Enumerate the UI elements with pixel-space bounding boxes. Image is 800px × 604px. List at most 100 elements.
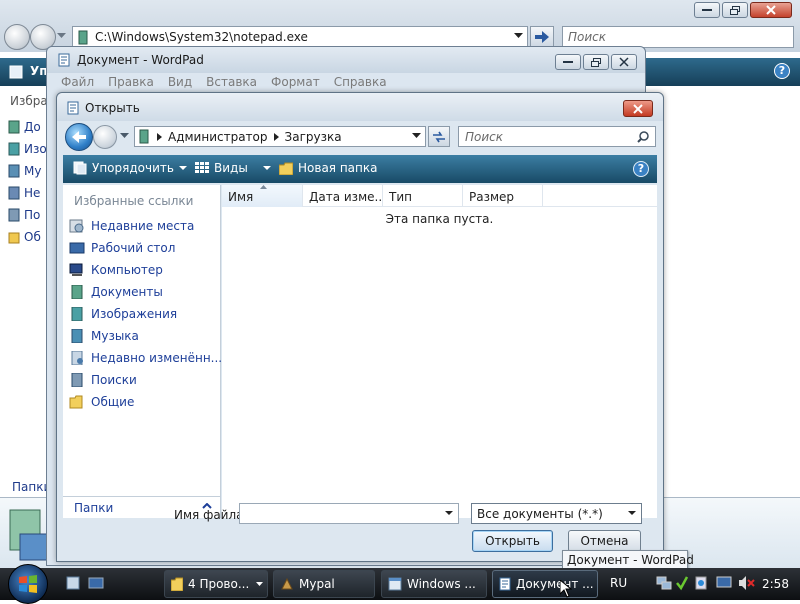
close-icon (766, 5, 776, 15)
favorite-recent-places[interactable]: Недавние места (69, 219, 194, 233)
filename-input[interactable] (239, 503, 459, 524)
close-button[interactable] (611, 54, 637, 70)
background-favorite-item[interactable]: Изо (8, 142, 47, 156)
network-icon[interactable] (656, 575, 672, 591)
taskbar-tooltip: Документ - WordPad (562, 550, 694, 570)
maximize-button[interactable] (722, 2, 748, 18)
background-back-button[interactable] (4, 24, 30, 50)
column-size[interactable]: Размер (463, 185, 543, 207)
background-favorite-item[interactable]: Му (8, 164, 41, 178)
dialog-close-button[interactable] (623, 100, 653, 117)
start-button[interactable] (8, 564, 48, 604)
breadcrumb-arrow-icon[interactable] (157, 132, 162, 141)
refresh-button[interactable] (428, 126, 450, 147)
minimize-icon (702, 9, 712, 11)
dialog-title-bar: Открыть (57, 93, 663, 121)
maximize-button[interactable] (583, 54, 609, 70)
background-search-input[interactable]: Поиск (562, 26, 794, 48)
wordpad-icon (67, 101, 79, 115)
forward-button[interactable] (93, 125, 117, 149)
show-desktop-icon[interactable] (66, 576, 80, 590)
chevron-down-icon (178, 165, 187, 170)
column-date[interactable]: Дата изме... (303, 185, 383, 207)
menu-format[interactable]: Формат (271, 75, 320, 93)
chevron-down-icon[interactable] (412, 133, 421, 139)
favorite-public[interactable]: Общие (69, 395, 134, 409)
background-favorite-item[interactable]: По (8, 208, 40, 222)
taskbar-explorer-group[interactable]: 4 Прово... (164, 570, 268, 598)
views-icon (195, 162, 209, 173)
update-icon[interactable] (694, 575, 708, 591)
display-icon[interactable] (716, 575, 732, 591)
language-indicator[interactable]: RU (610, 576, 627, 590)
close-button[interactable] (750, 2, 792, 18)
chevron-down-icon[interactable] (514, 33, 523, 39)
favorite-desktop[interactable]: Рабочий стол (69, 241, 175, 255)
dialog-address-bar[interactable]: Администратор Загрузка (134, 126, 426, 147)
security-check-icon[interactable] (676, 575, 688, 591)
minimize-button[interactable] (694, 2, 720, 18)
column-header-row: Имя Дата изме... Тип Размер (222, 185, 657, 207)
cancel-button[interactable]: Отмена (568, 530, 641, 552)
close-icon (619, 57, 629, 67)
searches-icon (8, 208, 20, 222)
dialog-search-input[interactable]: Поиск (458, 126, 656, 147)
public-folder-icon (69, 395, 83, 409)
background-favorites-heading: Избра (10, 94, 48, 108)
sort-ascending-icon (260, 185, 267, 189)
taskbar-mypal[interactable]: Mypal (273, 570, 375, 598)
open-button[interactable]: Открыть (472, 530, 553, 552)
recently-changed-icon (8, 186, 20, 200)
taskbar-wordpad[interactable]: Документ ... (492, 570, 598, 598)
background-favorite-item[interactable]: Не (8, 186, 40, 200)
searches-icon (71, 373, 83, 387)
close-icon (633, 103, 643, 114)
dialog-title: Открыть (85, 101, 140, 115)
clock[interactable]: 2:58 (762, 577, 789, 591)
wordpad-title: Документ - WordPad (77, 53, 204, 67)
breadcrumb-downloads[interactable]: Загрузка (285, 130, 342, 144)
search-icon[interactable] (637, 131, 649, 143)
background-address-bar[interactable]: C:\Windows\System32\notepad.exe (72, 26, 528, 48)
volume-muted-icon[interactable] (738, 575, 756, 591)
favorite-music[interactable]: Музыка (69, 329, 139, 343)
background-go-button[interactable] (530, 26, 554, 48)
file-type-select[interactable]: Все документы (*.*) (471, 503, 642, 524)
background-history-dropdown-icon[interactable] (57, 33, 66, 39)
wordpad-menu-bar: Файл Правка Вид Вставка Формат Справка (47, 75, 645, 93)
favorite-documents[interactable]: Документы (69, 285, 163, 299)
breadcrumb-arrow-icon[interactable] (273, 132, 279, 141)
favorite-pictures[interactable]: Изображения (69, 307, 177, 321)
open-file-dialog: Открыть Администратор Загрузка Поиск Упо… (56, 92, 664, 562)
history-dropdown-icon[interactable] (120, 133, 129, 139)
organize-label: Упорядочить (92, 161, 174, 175)
chevron-down-icon[interactable] (445, 511, 453, 516)
favorite-recently-changed[interactable]: Недавно изменённ... (69, 351, 222, 365)
switch-windows-icon[interactable] (88, 576, 104, 590)
organize-icon (73, 161, 87, 175)
back-button[interactable] (65, 123, 93, 151)
taskbar-windows-explorer[interactable]: Windows ... (381, 570, 487, 598)
minimize-button[interactable] (555, 54, 581, 70)
favorite-computer[interactable]: Компьютер (69, 263, 163, 277)
menu-file[interactable]: Файл (61, 75, 94, 93)
search-placeholder: Поиск (465, 130, 504, 144)
menu-insert[interactable]: Вставка (206, 75, 257, 93)
background-favorite-item[interactable]: До (8, 120, 41, 134)
restore-icon (591, 57, 601, 67)
column-name[interactable]: Имя (222, 185, 303, 207)
favorite-searches[interactable]: Поиски (69, 373, 137, 387)
breadcrumb-administrator[interactable]: Администратор (168, 130, 268, 144)
favorite-links-pane: Избранные ссылки Недавние места Рабочий … (63, 185, 222, 496)
menu-view[interactable]: Вид (168, 75, 192, 93)
column-type[interactable]: Тип (383, 185, 463, 207)
menu-edit[interactable]: Правка (108, 75, 154, 93)
background-favorite-item[interactable]: Об (8, 230, 41, 244)
menu-help[interactable]: Справка (334, 75, 387, 93)
views-button[interactable]: Виды (195, 161, 271, 175)
chevron-down-icon (256, 582, 263, 586)
organize-button[interactable]: Упорядочить (73, 161, 187, 175)
new-folder-button[interactable]: Новая папка (279, 161, 377, 175)
background-help-icon[interactable]: ? (774, 63, 790, 79)
help-icon[interactable]: ? (633, 161, 649, 177)
